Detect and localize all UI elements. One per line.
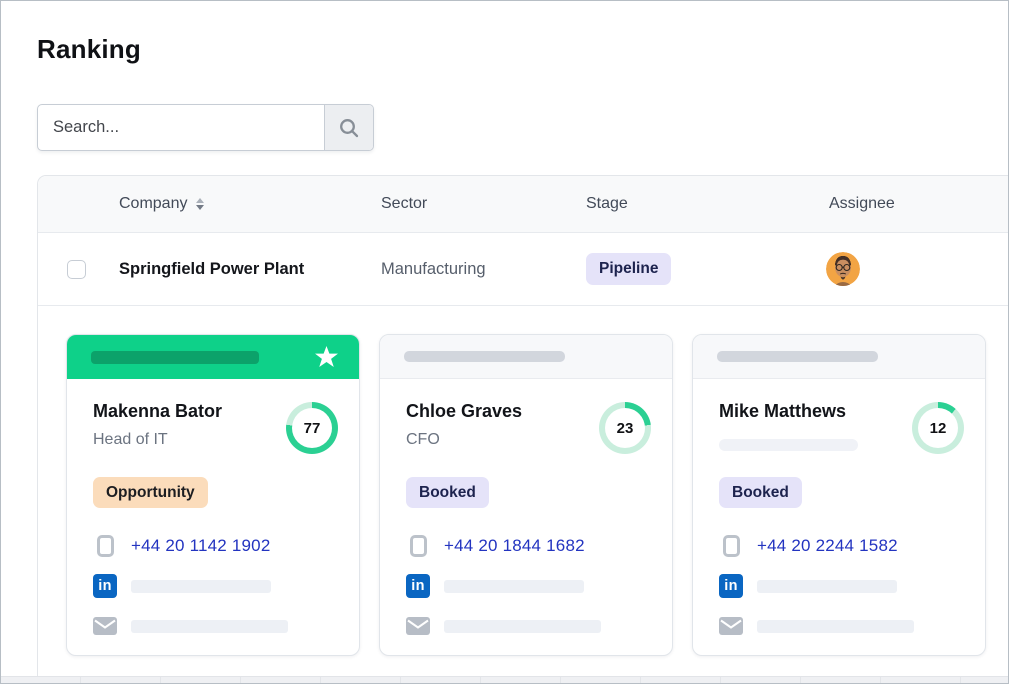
company-cell: Springfield Power Plant <box>119 260 381 279</box>
contact-name: Chloe Graves <box>406 401 522 423</box>
column-header-stage[interactable]: Stage <box>586 195 792 213</box>
linkedin-icon[interactable]: in <box>93 574 117 598</box>
phone-link[interactable]: +44 20 2244 1582 <box>757 536 898 556</box>
column-label-company: Company <box>119 195 187 213</box>
score-value: 12 <box>918 408 958 448</box>
contact-role: CFO <box>406 431 522 449</box>
linkedin-icon[interactable]: in <box>406 574 430 598</box>
sector-cell: Manufacturing <box>381 260 586 279</box>
email-icon <box>406 617 430 635</box>
column-header-company[interactable]: Company <box>119 195 381 213</box>
contact-name: Mike Matthews <box>719 401 858 423</box>
horizontal-scrollbar[interactable] <box>1 676 1008 683</box>
phone-link[interactable]: +44 20 1142 1902 <box>131 536 271 556</box>
header-placeholder-bar <box>717 351 878 362</box>
contact-role-placeholder <box>719 439 858 451</box>
contact-name: Makenna Bator <box>93 401 222 423</box>
score-value: 23 <box>605 408 645 448</box>
app-window: Ranking Company Sector Stage <box>0 0 1009 684</box>
phone-link[interactable]: +44 20 1844 1682 <box>444 536 585 556</box>
column-label-stage: Stage <box>586 195 628 213</box>
column-label-sector: Sector <box>381 195 427 213</box>
linkedin-placeholder-bar <box>444 580 584 593</box>
search-bar <box>37 104 374 151</box>
email-placeholder-bar <box>131 620 288 633</box>
contact-card-chloe-graves[interactable]: Chloe Graves CFO 23 Booked +44 20 1 <box>379 334 673 656</box>
linkedin-placeholder-bar <box>131 580 271 593</box>
score-ring: 12 <box>912 402 964 454</box>
phone-icon <box>719 535 743 557</box>
table-row[interactable]: Springfield Power Plant Manufacturing Pi… <box>38 233 1008 306</box>
status-badge: Booked <box>406 477 489 508</box>
assignee-avatar[interactable] <box>826 252 860 286</box>
table-header: Company Sector Stage Assignee <box>38 176 1008 233</box>
linkedin-placeholder-bar <box>757 580 897 593</box>
search-icon <box>338 117 360 139</box>
phone-icon <box>406 535 430 557</box>
phone-icon <box>93 535 117 557</box>
content-panel: Company Sector Stage Assignee Springfiel… <box>37 175 1008 676</box>
linkedin-icon[interactable]: in <box>719 574 743 598</box>
email-placeholder-bar <box>444 620 601 633</box>
score-ring: 77 <box>286 402 338 454</box>
column-label-assignee: Assignee <box>829 195 895 213</box>
contact-card-mike-matthews[interactable]: Mike Matthews 12 Booked +44 20 224 <box>692 334 986 656</box>
search-button[interactable] <box>324 105 373 150</box>
stage-badge: Pipeline <box>586 253 671 284</box>
contact-role: Head of IT <box>93 431 222 449</box>
card-header <box>380 335 672 379</box>
score-value: 77 <box>292 408 332 448</box>
page-title: Ranking <box>37 34 141 65</box>
header-placeholder-bar <box>404 351 565 362</box>
card-header <box>693 335 985 379</box>
email-icon <box>719 617 743 635</box>
sort-icon[interactable] <box>196 198 204 210</box>
status-badge: Opportunity <box>93 477 208 508</box>
contact-card-makenna-bator[interactable]: Makenna Bator Head of IT 77 Opportunity <box>66 334 360 656</box>
score-ring: 23 <box>599 402 651 454</box>
row-checkbox[interactable] <box>67 260 86 279</box>
column-header-assignee[interactable]: Assignee <box>792 195 1008 213</box>
header-placeholder-bar <box>91 351 259 364</box>
star-icon[interactable] <box>315 346 338 368</box>
email-icon <box>93 617 117 635</box>
email-placeholder-bar <box>757 620 914 633</box>
card-header-highlighted <box>67 335 359 379</box>
cards-section: Makenna Bator Head of IT 77 Opportunity <box>66 334 1008 656</box>
search-input[interactable] <box>38 105 324 150</box>
column-header-sector[interactable]: Sector <box>381 195 586 213</box>
status-badge: Booked <box>719 477 802 508</box>
